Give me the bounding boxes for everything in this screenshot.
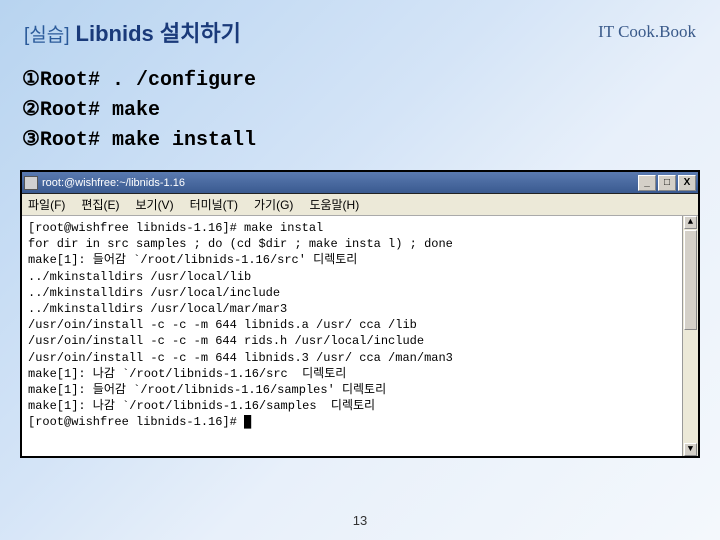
- window-controls: _ □ X: [638, 175, 696, 191]
- scroll-down-icon[interactable]: ▼: [684, 443, 697, 456]
- step-2: ②Root# make: [22, 96, 698, 126]
- close-button[interactable]: X: [678, 175, 696, 191]
- step-1: ①Root# . /configure: [22, 66, 698, 96]
- step-3: ③Root# make install: [22, 126, 698, 156]
- page-title: Libnids 설치하기: [76, 16, 241, 48]
- menu-edit[interactable]: 편집(E): [81, 196, 119, 213]
- scrollbar[interactable]: ▲ ▼: [682, 216, 698, 456]
- menu-go[interactable]: 가기(G): [254, 196, 293, 213]
- install-steps: ①Root# . /configure ②Root# make ③Root# m…: [0, 56, 720, 164]
- menu-terminal[interactable]: 터미널(T): [190, 196, 238, 213]
- terminal-window: root:@wishfree:~/libnids-1.16 _ □ X 파일(F…: [20, 170, 700, 458]
- scroll-thumb[interactable]: [684, 230, 697, 330]
- brand-label: IT Cook.Book: [598, 22, 696, 42]
- slide-header: [실습] Libnids 설치하기 IT Cook.Book: [0, 0, 720, 56]
- titlebar-left: root:@wishfree:~/libnids-1.16: [24, 176, 185, 190]
- menu-file[interactable]: 파일(F): [28, 196, 65, 213]
- menu-view[interactable]: 보기(V): [135, 196, 173, 213]
- scroll-up-icon[interactable]: ▲: [684, 216, 697, 229]
- title-prefix: [실습]: [24, 20, 70, 47]
- menu-help[interactable]: 도움말(H): [309, 196, 359, 213]
- maximize-button[interactable]: □: [658, 175, 676, 191]
- window-title: root:@wishfree:~/libnids-1.16: [42, 177, 185, 189]
- window-titlebar[interactable]: root:@wishfree:~/libnids-1.16 _ □ X: [22, 172, 698, 194]
- terminal-output[interactable]: [root@wishfree libnids-1.16]# make insta…: [22, 216, 698, 456]
- page-number: 13: [353, 513, 367, 528]
- title-group: [실습] Libnids 설치하기: [24, 16, 241, 48]
- terminal-icon: [24, 176, 38, 190]
- minimize-button[interactable]: _: [638, 175, 656, 191]
- menubar: 파일(F) 편집(E) 보기(V) 터미널(T) 가기(G) 도움말(H): [22, 194, 698, 216]
